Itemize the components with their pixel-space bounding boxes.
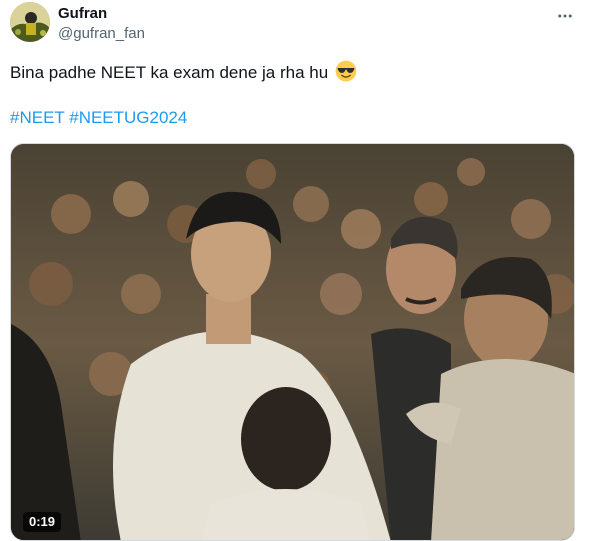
tweet-card: Gufran @gufran_fan Bina padhe NEET ka ex… <box>0 0 589 541</box>
video-player[interactable]: 0:19 <box>10 143 575 541</box>
avatar[interactable] <box>10 2 50 42</box>
tweet-text: Bina padhe NEET ka exam dene ja rha hu <box>10 60 570 84</box>
author-name[interactable]: Gufran <box>58 5 107 23</box>
author-handle[interactable]: @gufran_fan <box>58 25 145 43</box>
hashtags: #NEET #NEETUG2024 <box>10 107 187 129</box>
video-duration-badge: 0:19 <box>23 512 62 532</box>
video-thumbnail <box>11 144 574 540</box>
more-options-button[interactable] <box>555 6 575 26</box>
tweet-text-content: Bina padhe NEET ka exam dene ja rha hu <box>10 63 329 82</box>
more-horizontal-icon <box>558 14 572 18</box>
smiling-face-with-sunglasses-icon <box>335 60 357 82</box>
hashtag-neetug2024[interactable]: #NEETUG2024 <box>69 108 187 127</box>
hashtag-neet[interactable]: #NEET <box>10 108 65 127</box>
